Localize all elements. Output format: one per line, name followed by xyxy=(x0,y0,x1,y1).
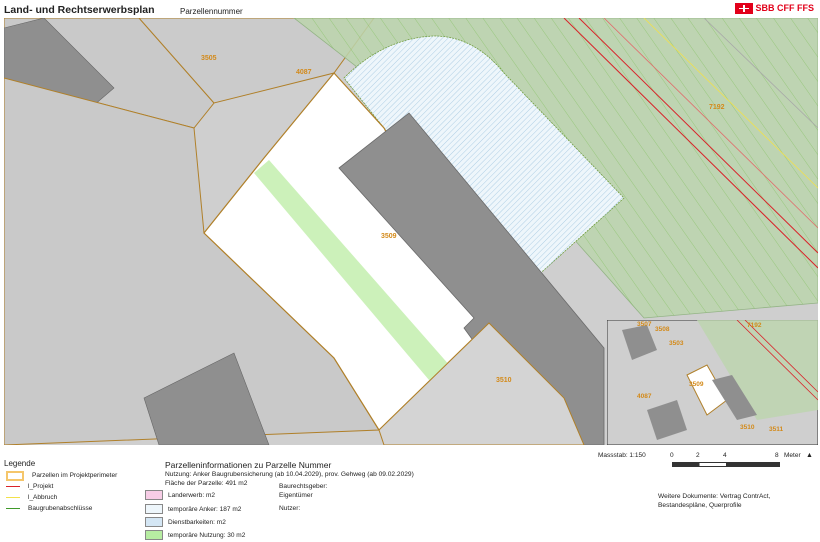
sbb-logo: SBB CFF FFS xyxy=(734,2,815,14)
parcel-area: Fläche der Parzelle: 491 m2 xyxy=(165,480,248,487)
parcel-number-label: Parzellennummer xyxy=(180,7,243,16)
parcel-label-3510: 3510 xyxy=(496,377,512,384)
legend-symbol xyxy=(6,486,20,487)
owner-label: Eigentümer xyxy=(279,492,313,499)
legend-title: Legende xyxy=(4,459,36,468)
scale-tick-8: 8 xyxy=(775,452,779,459)
attr-temp-use: temporäre Nutzung: 30 m2 xyxy=(145,530,245,540)
scale-label: Massstab: 1:150 xyxy=(598,452,646,459)
scale-tick-4: 4 xyxy=(723,452,727,459)
legend-label: Baugrubenabschlüsse xyxy=(28,505,93,512)
attr-label: temporäre Nutzung: 30 m2 xyxy=(168,531,246,539)
legend-item: Baugrubenabschlüsse xyxy=(6,503,117,514)
north-arrow-icon: ▲ xyxy=(806,452,813,459)
legend-label: Parzellen im Projektperimeter xyxy=(32,472,118,479)
sbb-logo-text: SBB CFF FFS xyxy=(755,3,815,13)
inset-label-3511: 3511 xyxy=(769,426,783,433)
swatch-easements xyxy=(145,517,163,527)
parcel-label-3509: 3509 xyxy=(381,233,397,240)
legend-item: l_Projekt xyxy=(6,481,117,492)
inset-label-3509: 3509 xyxy=(689,381,704,388)
legend-symbol xyxy=(6,497,20,498)
swatch-temp-use xyxy=(145,530,163,540)
parcel-info-panel: Parzelleninformationen zu Parzelle Numme… xyxy=(150,460,510,488)
legend-item: Parzellen im Projektperimeter xyxy=(6,470,117,481)
inset-label-3510: 3510 xyxy=(740,424,755,431)
header-bar: Land- und Rechtserwerbsplan Parzellennum… xyxy=(0,0,820,18)
scale-bar-graphic xyxy=(672,462,780,467)
swatch-temp-anchor xyxy=(145,504,163,514)
scale-tick-0: 0 xyxy=(670,452,674,459)
parcel-label-4087: 4087 xyxy=(296,69,312,76)
builder-label: Baurechtsgeber: xyxy=(279,483,328,490)
inset-label-3508: 3508 xyxy=(655,326,670,333)
legend-label: l_Projekt xyxy=(28,483,54,490)
parcel-label-7192: 7192 xyxy=(709,104,725,111)
attr-label: Dienstbarkeiten: m2 xyxy=(168,518,226,526)
inset-label-7192: 7192 xyxy=(747,322,762,329)
sbb-logo-icon xyxy=(734,2,753,14)
swatch-landerwerb xyxy=(145,490,163,500)
user-label: Nutzer: xyxy=(279,505,301,512)
inset-label-4087: 4087 xyxy=(637,393,652,400)
legend-symbol xyxy=(6,470,24,481)
attr-label: temporäre Anker: 187 m2 xyxy=(168,505,242,513)
inset-label-3507: 3507 xyxy=(637,321,652,328)
legend-item: l_Abbruch xyxy=(6,492,117,503)
attr-temp-anchor: temporäre Anker: 187 m2 xyxy=(145,504,241,514)
attr-landerwerb: Landerwerb: m2 xyxy=(145,490,215,500)
legend-label: l_Abbruch xyxy=(28,494,58,501)
attr-label: Landerwerb: m2 xyxy=(168,491,215,499)
attr-easements: Dienstbarkeiten: m2 xyxy=(145,517,226,527)
further-documents: Weitere Dokumente: Vertrag ContrAct, Bes… xyxy=(658,493,771,509)
legend-symbol xyxy=(6,508,20,509)
legend: Legende Parzellen im Projektperimeter l_… xyxy=(4,459,117,514)
scale-bar: Massstab: 1:150 0 2 4 8 Meter xyxy=(598,452,818,467)
parcel-label-3505: 3505 xyxy=(201,55,217,62)
parcel-info-title: Parzelleninformationen zu Parzelle Numme… xyxy=(165,460,332,470)
inset-label-3503: 3503 xyxy=(669,340,684,347)
scale-tick-2: 2 xyxy=(696,452,700,459)
overview-inset: 3507 3508 3503 7192 3509 4087 3510 3511 xyxy=(607,320,818,445)
page-title: Land- und Rechtserwerbsplan xyxy=(4,4,155,16)
scale-unit: Meter xyxy=(784,452,801,459)
parcel-usage: Nutzung: Anker Baugrubensicherung (ab 10… xyxy=(165,471,414,478)
